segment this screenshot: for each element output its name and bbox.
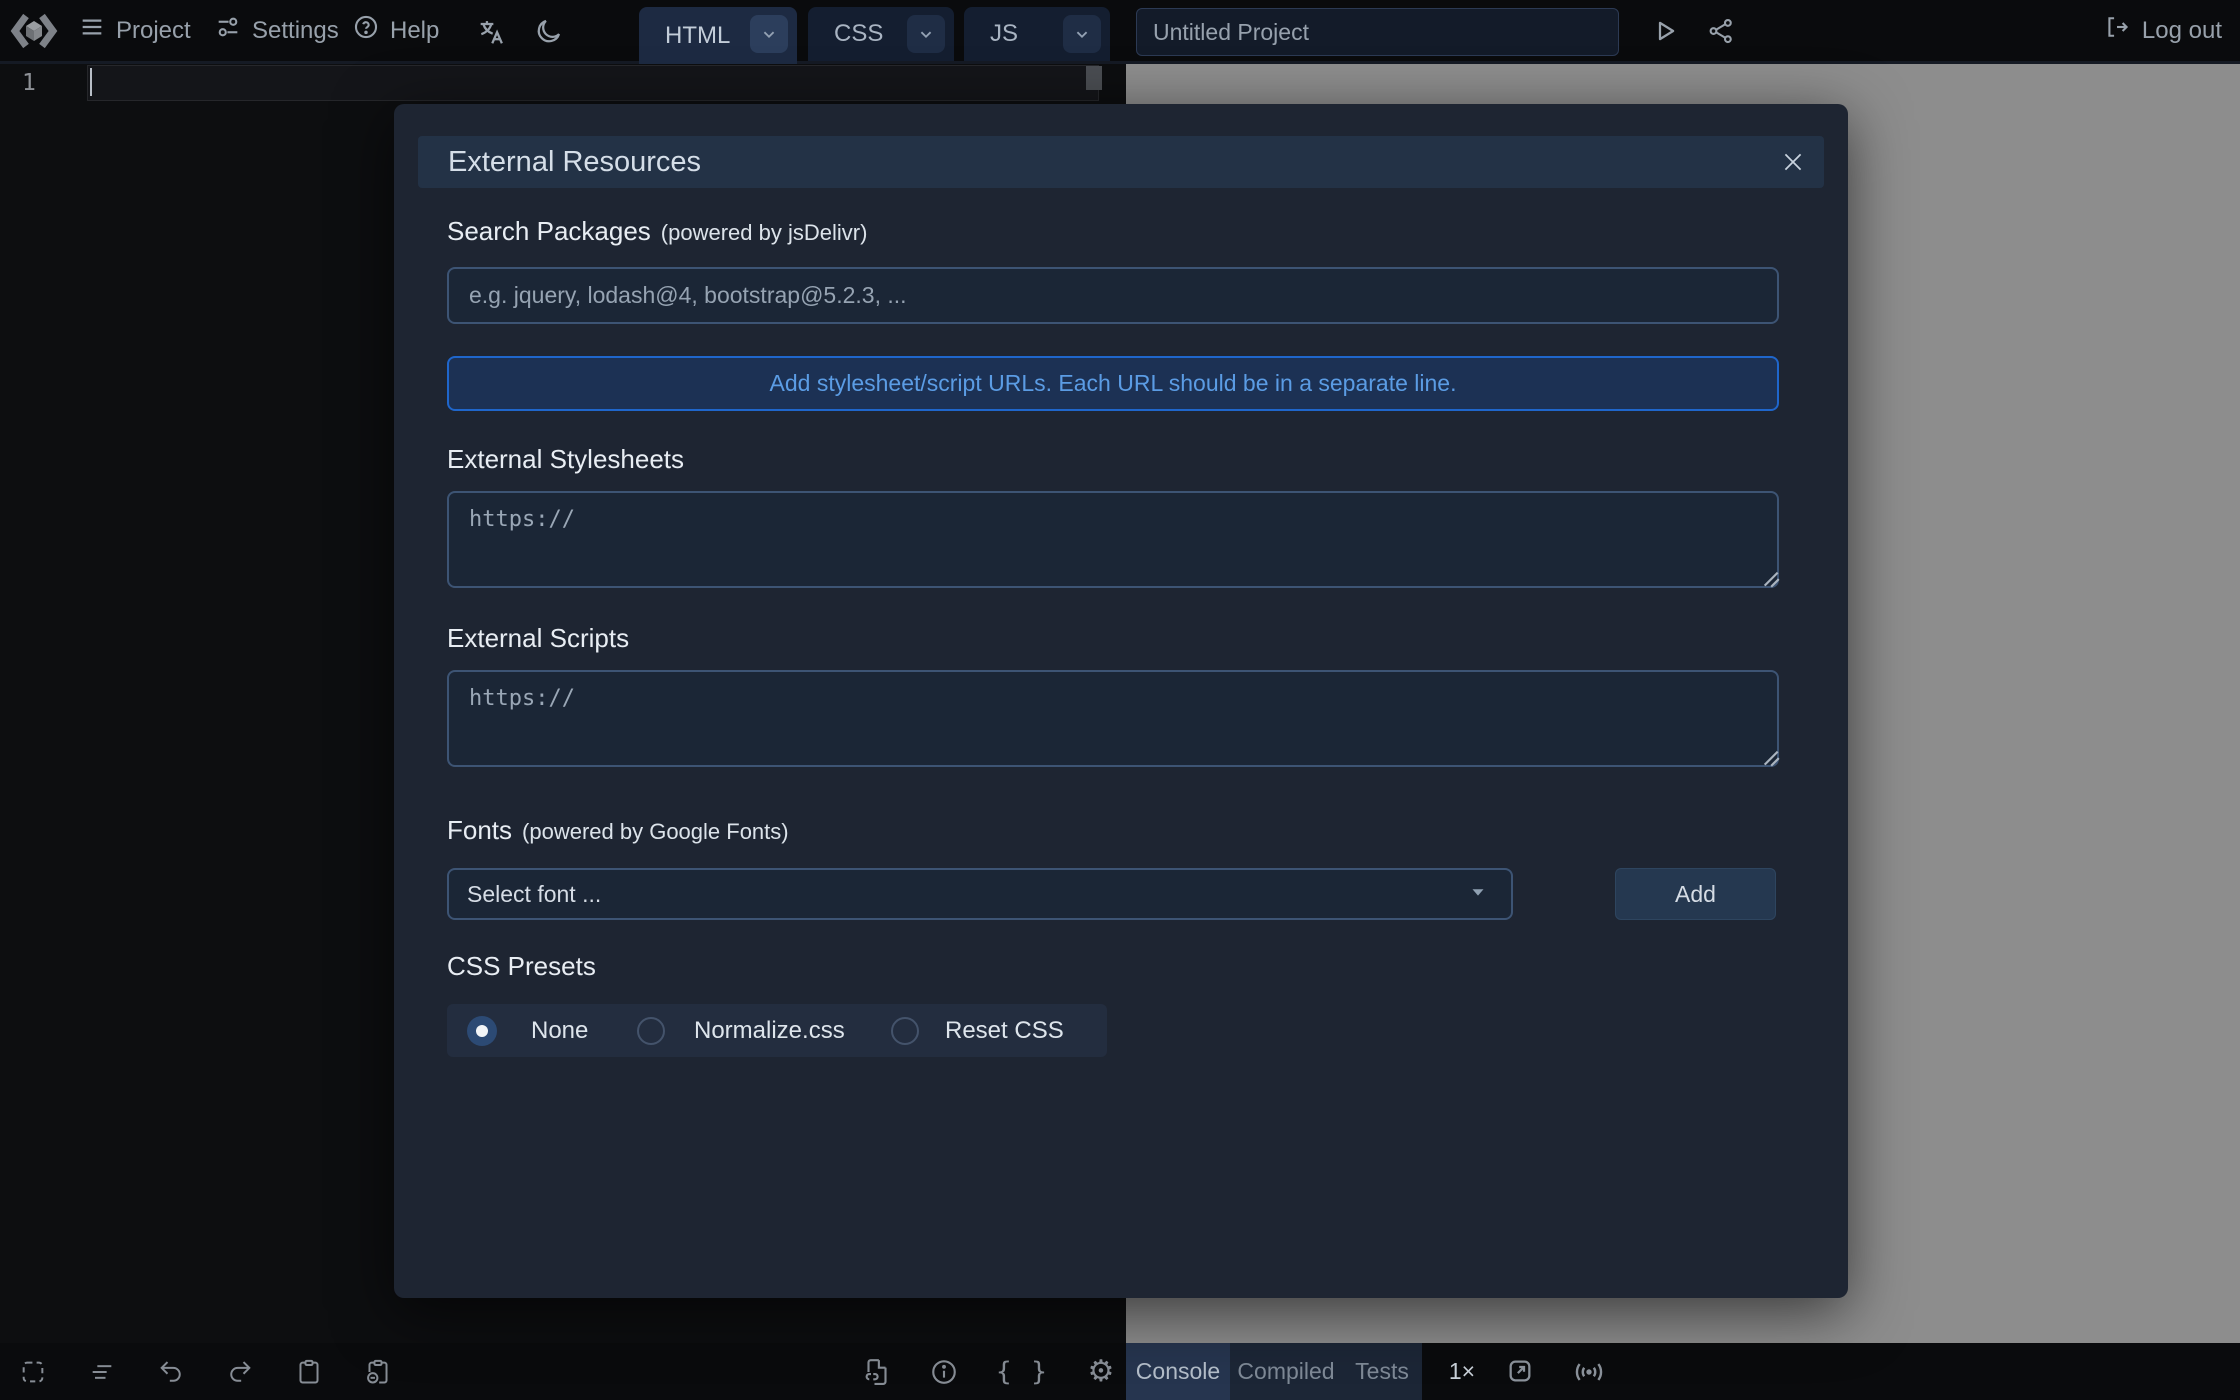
radio-normalize-circle bbox=[637, 1017, 665, 1045]
tab-compiled[interactable]: Compiled bbox=[1230, 1343, 1342, 1400]
radio-reset-circle bbox=[891, 1017, 919, 1045]
radio-none-label: None bbox=[531, 1017, 588, 1045]
close-icon[interactable] bbox=[1772, 141, 1814, 183]
menu-icon bbox=[78, 13, 106, 48]
statusbar-middle-icons: { } ⚙ bbox=[862, 1343, 1116, 1400]
tab-tests[interactable]: Tests bbox=[1342, 1343, 1422, 1400]
results-tabs: Console Compiled Tests bbox=[1126, 1343, 1422, 1400]
share-icon[interactable] bbox=[1706, 16, 1738, 48]
tab-js-label: JS bbox=[964, 20, 1018, 48]
external-stylesheets-label: External Stylesheets bbox=[447, 444, 684, 475]
editor-current-line bbox=[87, 65, 1099, 101]
top-toolbar: Project Settings Help bbox=[0, 0, 2240, 64]
help-menu[interactable]: Help bbox=[352, 0, 439, 61]
redo-icon[interactable] bbox=[225, 1357, 255, 1387]
app-logo-icon[interactable] bbox=[10, 7, 58, 55]
tab-console[interactable]: Console bbox=[1126, 1343, 1230, 1400]
logout-icon bbox=[2103, 13, 2131, 48]
font-select-value: Select font ... bbox=[449, 881, 1467, 908]
logout-button[interactable]: Log out bbox=[2103, 0, 2222, 61]
modal-titlebar[interactable]: External Resources bbox=[418, 136, 1824, 188]
modal-title: External Resources bbox=[418, 146, 701, 179]
font-select[interactable]: Select font ... bbox=[447, 868, 1513, 920]
embed-braces-icon[interactable]: { } bbox=[996, 1357, 1049, 1387]
copy-code-icon[interactable] bbox=[294, 1357, 324, 1387]
tab-css-chevron-down-icon[interactable] bbox=[907, 15, 945, 53]
tab-css-label: CSS bbox=[808, 20, 883, 48]
radio-reset-label: Reset CSS bbox=[945, 1017, 1064, 1045]
settings-menu[interactable]: Settings bbox=[214, 0, 339, 61]
external-resources-modal: External Resources Search Packages (powe… bbox=[394, 104, 1848, 1298]
select-arrow-icon bbox=[1467, 881, 1489, 908]
tab-html-label: HTML bbox=[639, 22, 730, 50]
open-in-new-window-icon[interactable] bbox=[1504, 1355, 1538, 1389]
settings-menu-label: Settings bbox=[252, 17, 339, 45]
search-packages-input[interactable] bbox=[447, 267, 1779, 324]
fonts-label: Fonts (powered by Google Fonts) bbox=[447, 815, 789, 846]
copy-as-snippet-icon[interactable] bbox=[363, 1357, 393, 1387]
run-icon[interactable] bbox=[1650, 16, 1682, 48]
editor-scrollbar[interactable] bbox=[1086, 66, 1102, 90]
app-window: Project Settings Help bbox=[0, 0, 2240, 1400]
dark-mode-icon[interactable] bbox=[534, 16, 566, 48]
editor-cursor bbox=[90, 68, 92, 96]
radio-normalize-css[interactable]: Normalize.css bbox=[637, 1004, 845, 1057]
line-number: 1 bbox=[22, 70, 36, 96]
radio-none[interactable]: None bbox=[467, 1004, 588, 1057]
settings-sliders-icon bbox=[214, 13, 242, 48]
help-icon bbox=[352, 13, 380, 48]
external-scripts-textarea[interactable] bbox=[447, 670, 1779, 767]
tab-html[interactable]: HTML bbox=[639, 7, 797, 64]
tab-js[interactable]: JS bbox=[964, 7, 1110, 61]
project-title-input[interactable] bbox=[1136, 8, 1619, 56]
info-icon[interactable] bbox=[929, 1357, 959, 1387]
external-stylesheets-textarea[interactable] bbox=[447, 491, 1779, 588]
statusbar-left-icons bbox=[18, 1343, 393, 1400]
translate-icon[interactable] bbox=[476, 16, 508, 48]
radio-none-circle bbox=[467, 1016, 497, 1046]
status-bar: { } ⚙ Console Compiled Tests 1× bbox=[0, 1343, 2240, 1400]
add-urls-info-button[interactable]: Add stylesheet/script URLs. Each URL sho… bbox=[447, 356, 1779, 411]
css-presets-label: CSS Presets bbox=[447, 951, 596, 982]
external-resources-icon[interactable] bbox=[862, 1357, 892, 1387]
radio-normalize-label: Normalize.css bbox=[694, 1017, 845, 1045]
tab-css[interactable]: CSS bbox=[808, 7, 954, 61]
project-menu-label: Project bbox=[116, 17, 191, 45]
fonts-hint: (powered by Google Fonts) bbox=[522, 819, 789, 845]
external-scripts-label: External Scripts bbox=[447, 623, 629, 654]
tab-js-chevron-down-icon[interactable] bbox=[1063, 15, 1101, 53]
broadcast-icon[interactable] bbox=[1572, 1355, 1606, 1389]
logout-label: Log out bbox=[2142, 17, 2222, 45]
css-presets-group: None Normalize.css Reset CSS bbox=[447, 1004, 1107, 1057]
add-font-button[interactable]: Add bbox=[1615, 868, 1776, 920]
result-zoom-button[interactable]: 1× bbox=[1432, 1343, 1492, 1400]
tab-html-chevron-down-icon[interactable] bbox=[750, 15, 788, 53]
radio-reset-css[interactable]: Reset CSS bbox=[891, 1004, 1064, 1057]
help-menu-label: Help bbox=[390, 17, 439, 45]
project-menu[interactable]: Project bbox=[78, 0, 191, 61]
search-packages-label: Search Packages (powered by jsDelivr) bbox=[447, 216, 867, 247]
search-packages-hint: (powered by jsDelivr) bbox=[661, 220, 868, 246]
format-code-icon[interactable] bbox=[87, 1357, 117, 1387]
select-region-icon[interactable] bbox=[18, 1357, 48, 1387]
undo-icon[interactable] bbox=[156, 1357, 186, 1387]
editor-settings-gear-icon[interactable]: ⚙ bbox=[1086, 1357, 1116, 1387]
